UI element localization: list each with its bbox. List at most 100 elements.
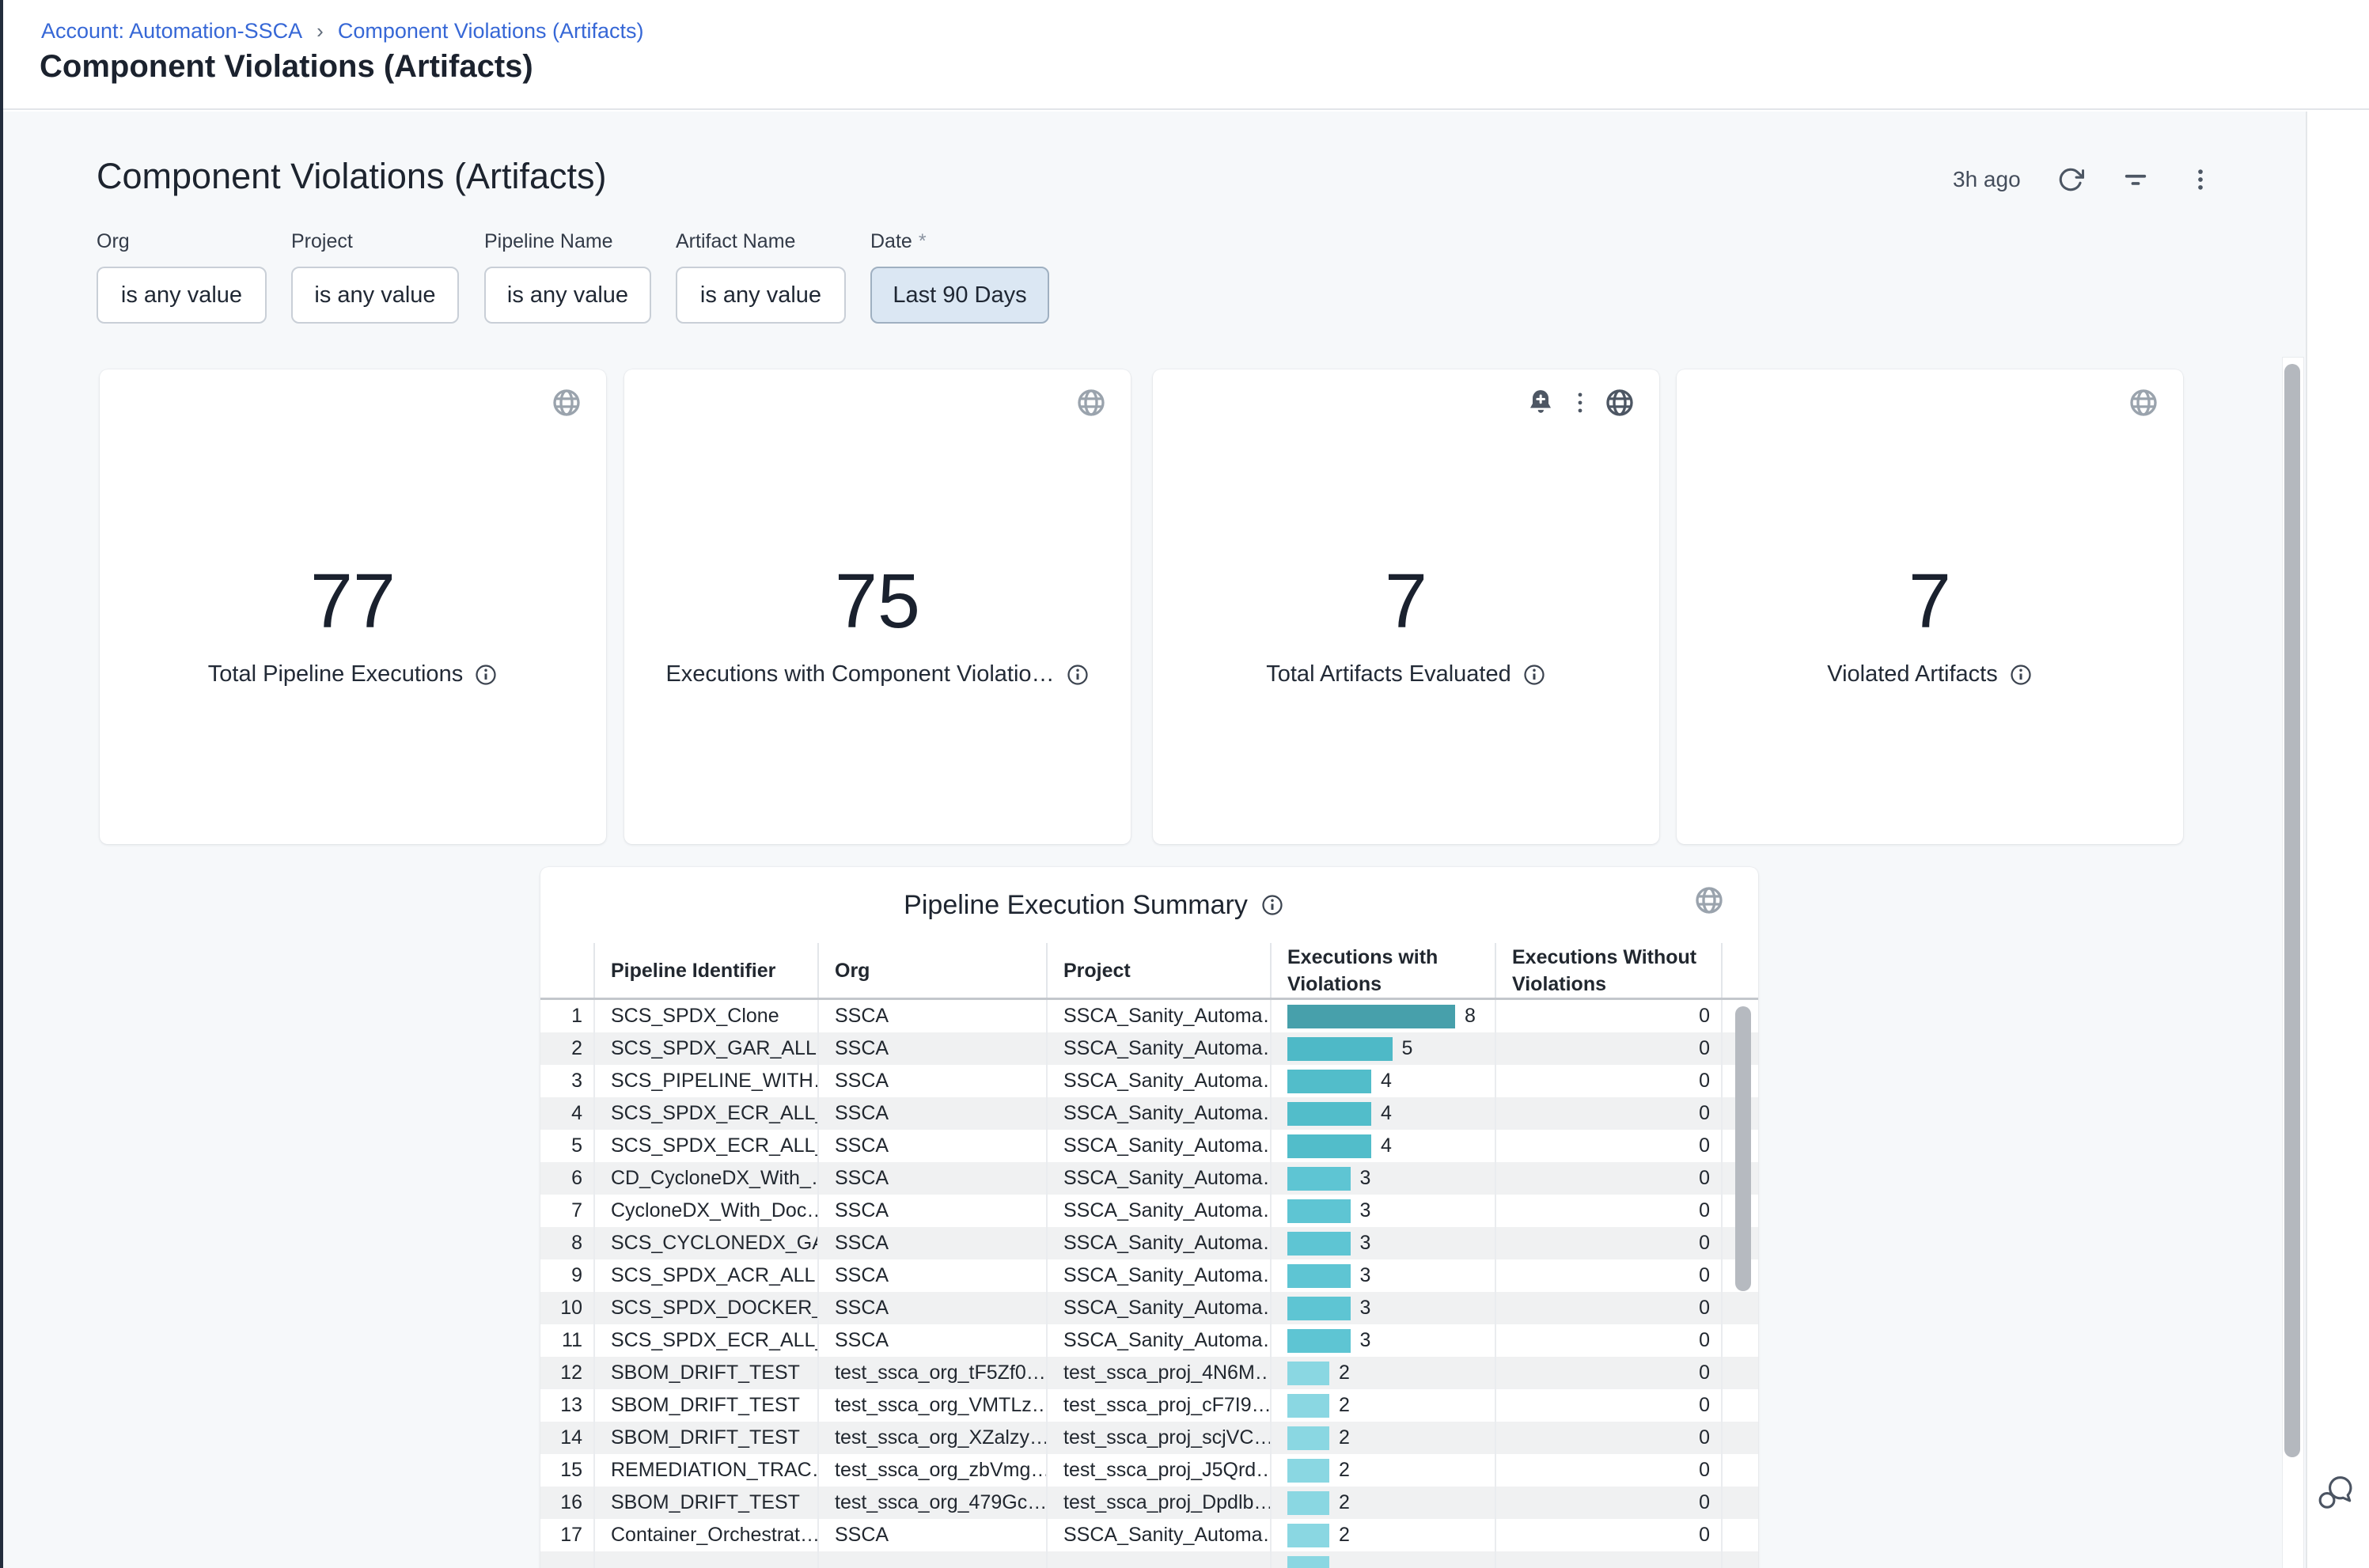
breadcrumb-account-link[interactable]: Account: Automation-SSCA: [41, 19, 302, 44]
cell-pipeline-identifier: CD_CycloneDX_With_…: [593, 1162, 817, 1195]
table-row[interactable]: 6CD_CycloneDX_With_…SSCASSCA_Sanity_Auto…: [540, 1162, 1758, 1195]
header-project[interactable]: Project: [1046, 943, 1270, 998]
refresh-icon: [2057, 166, 2084, 193]
table-row[interactable]: 1SCS_SPDX_CloneSSCASSCA_Sanity_Automa…80: [540, 1000, 1758, 1032]
chat-help-button[interactable]: [2317, 1473, 2356, 1513]
cell-project: SSCA_Sanity_Automa…: [1046, 1162, 1270, 1195]
breadcrumb: Account: Automation-SSCA › Component Vio…: [41, 19, 644, 44]
table-row[interactable]: 2SCS_SPDX_GAR_ALL…SSCASSCA_Sanity_Automa…: [540, 1032, 1758, 1065]
dashboard-title: Component Violations (Artifacts): [97, 156, 606, 197]
table-header-row: Pipeline Identifier Org Project Executio…: [540, 943, 1758, 1000]
cell-org: test_ssca_org_VMTLz…: [817, 1389, 1046, 1422]
table-row[interactable]: 3SCS_PIPELINE_WITH…SSCASSCA_Sanity_Autom…: [540, 1065, 1758, 1097]
cell-org: SSCA: [817, 1130, 1046, 1162]
cell-org: [817, 1551, 1046, 1568]
table-row[interactable]: 13SBOM_DRIFT_TESTtest_ssca_org_VMTLz…tes…: [540, 1389, 1758, 1422]
page-scrollbar-track[interactable]: [2282, 357, 2304, 1568]
filter-label-text: Artifact Name: [676, 230, 795, 256]
table-row[interactable]: 10SCS_SPDX_DOCKER_…SSCASSCA_Sanity_Autom…: [540, 1292, 1758, 1324]
metric-value: 7: [1908, 562, 1951, 639]
table-row[interactable]: 11SCS_SPDX_ECR_ALL_…SSCASSCA_Sanity_Auto…: [540, 1324, 1758, 1357]
cell-pipeline-identifier: SCS_SPDX_ECR_ALL_…: [593, 1324, 817, 1357]
violations-bar: [1287, 1329, 1351, 1353]
cell-org: SSCA: [817, 1097, 1046, 1130]
violations-bar: [1287, 1199, 1351, 1223]
collapsed-sidebar-edge: [0, 0, 3, 1568]
cell-pipeline-identifier: SCS_SPDX_DOCKER_…: [593, 1292, 817, 1324]
violations-value-label: 2: [1339, 1426, 1350, 1449]
cell-pipeline-identifier: SBOM_DRIFT_TEST: [593, 1422, 817, 1454]
panel-title: Pipeline Execution Summary: [904, 890, 1248, 921]
cell-org: test_ssca_org_XZalzy…: [817, 1422, 1046, 1454]
info-icon[interactable]: [2009, 663, 2033, 687]
table-row[interactable]: 16SBOM_DRIFT_TESTtest_ssca_org_479Gc…tes…: [540, 1487, 1758, 1519]
header-executions-with-violations[interactable]: Executions with Violations: [1270, 943, 1495, 998]
violations-value-label: 3: [1360, 1264, 1371, 1287]
info-icon[interactable]: [1522, 663, 1546, 687]
violations-bar: [1287, 1102, 1371, 1126]
cell-row-index: [540, 1551, 593, 1568]
violations-value-label: 2: [1339, 1362, 1350, 1384]
header-org[interactable]: Org: [817, 943, 1046, 998]
header-pipeline-identifier[interactable]: Pipeline Identifier: [593, 943, 817, 998]
dashboard-filters-button[interactable]: [2121, 165, 2151, 195]
filter-date-value-button[interactable]: Last 90 Days: [870, 267, 1049, 324]
table-row[interactable]: 8SCS_CYCLONEDX_GA…SSCASSCA_Sanity_Automa…: [540, 1227, 1758, 1259]
cell-org: SSCA: [817, 1032, 1046, 1065]
cell-pipeline-identifier: SCS_PIPELINE_WITH…: [593, 1065, 817, 1097]
table-row[interactable]: 7CycloneDX_With_Doc…SSCASSCA_Sanity_Auto…: [540, 1195, 1758, 1227]
cell-row-index: 9: [540, 1259, 593, 1292]
cell-executions-without-violations: 0: [1495, 1032, 1723, 1065]
last-refresh-label: 3h ago: [1953, 167, 2021, 192]
filter-org-label: Org: [97, 230, 267, 256]
table-row[interactable]: 5SCS_SPDX_ECR_ALL_…SSCASSCA_Sanity_Autom…: [540, 1130, 1758, 1162]
cell-executions-without-violations: 0: [1495, 1292, 1723, 1324]
filter-project-value-button[interactable]: is any value: [291, 267, 459, 324]
chat-bubbles-icon: [2317, 1473, 2356, 1513]
panel-title-row: Pipeline Execution Summary: [540, 867, 1758, 943]
cell-project: SSCA_Sanity_Automa…: [1046, 1032, 1270, 1065]
info-icon[interactable]: [1260, 893, 1284, 917]
cell-executions-without-violations: 0: [1495, 1000, 1723, 1032]
filter-artifact-name-value-button[interactable]: is any value: [676, 267, 846, 324]
violations-value-label: 3: [1360, 1167, 1371, 1190]
kebab-menu-icon: [2187, 166, 2214, 193]
cell-row-index: 3: [540, 1065, 593, 1097]
cell-org: test_ssca_org_zbVmg…: [817, 1454, 1046, 1487]
cell-org: SSCA: [817, 1000, 1046, 1032]
info-icon[interactable]: [1066, 663, 1090, 687]
refresh-button[interactable]: [2056, 165, 2086, 195]
cell-pipeline-identifier: SCS_SPDX_ECR_ALL_…: [593, 1130, 817, 1162]
table-row[interactable]: 17Container_Orchestrat…SSCASSCA_Sanity_A…: [540, 1519, 1758, 1551]
dashboard-more-button[interactable]: [2185, 165, 2215, 195]
violations-value-label: 4: [1381, 1102, 1392, 1125]
violations-bar: [1287, 1362, 1329, 1385]
cell-executions-with-violations: 2: [1270, 1389, 1495, 1422]
info-icon[interactable]: [474, 663, 498, 687]
table-scrollbar-thumb[interactable]: [1735, 1006, 1751, 1291]
violations-value-label: 2: [1339, 1524, 1350, 1547]
card-executions-with-component-violations: 75 Executions with Component Violatio…: [624, 369, 1131, 844]
cell-pipeline-identifier: SCS_SPDX_GAR_ALL…: [593, 1032, 817, 1065]
table-row[interactable]: 4SCS_SPDX_ECR_ALL_…SSCASSCA_Sanity_Autom…: [540, 1097, 1758, 1130]
cell-project: SSCA_Sanity_Automa…: [1046, 1292, 1270, 1324]
filter-org-value-button[interactable]: is any value: [97, 267, 267, 324]
cell-executions-with-violations: [1270, 1551, 1495, 1568]
filter-pipeline-name-value-button[interactable]: is any value: [484, 267, 651, 324]
table-row[interactable]: 14SBOM_DRIFT_TESTtest_ssca_org_XZalzy…te…: [540, 1422, 1758, 1454]
globe-icon[interactable]: [1693, 884, 1725, 916]
cell-row-index: 14: [540, 1422, 593, 1454]
cell-executions-without-violations: 0: [1495, 1487, 1723, 1519]
cell-executions-with-violations: 5: [1270, 1032, 1495, 1065]
violations-bar: [1287, 1167, 1351, 1191]
table-row[interactable]: 15REMEDIATION_TRAC…test_ssca_org_zbVmg…t…: [540, 1454, 1758, 1487]
table-row[interactable]: 9SCS_SPDX_ACR_ALL…SSCASSCA_Sanity_Automa…: [540, 1259, 1758, 1292]
cell-row-index: 1: [540, 1000, 593, 1032]
cell-executions-with-violations: 3: [1270, 1259, 1495, 1292]
breadcrumb-current-link[interactable]: Component Violations (Artifacts): [338, 19, 644, 44]
page-scrollbar-thumb[interactable]: [2284, 364, 2300, 1457]
table-row[interactable]: 12SBOM_DRIFT_TESTtest_ssca_org_tF5Zf0…te…: [540, 1357, 1758, 1389]
required-asterisk: *: [919, 230, 927, 256]
table-row[interactable]: [540, 1551, 1758, 1568]
header-executions-without-violations[interactable]: Executions Without Violations: [1495, 943, 1723, 998]
